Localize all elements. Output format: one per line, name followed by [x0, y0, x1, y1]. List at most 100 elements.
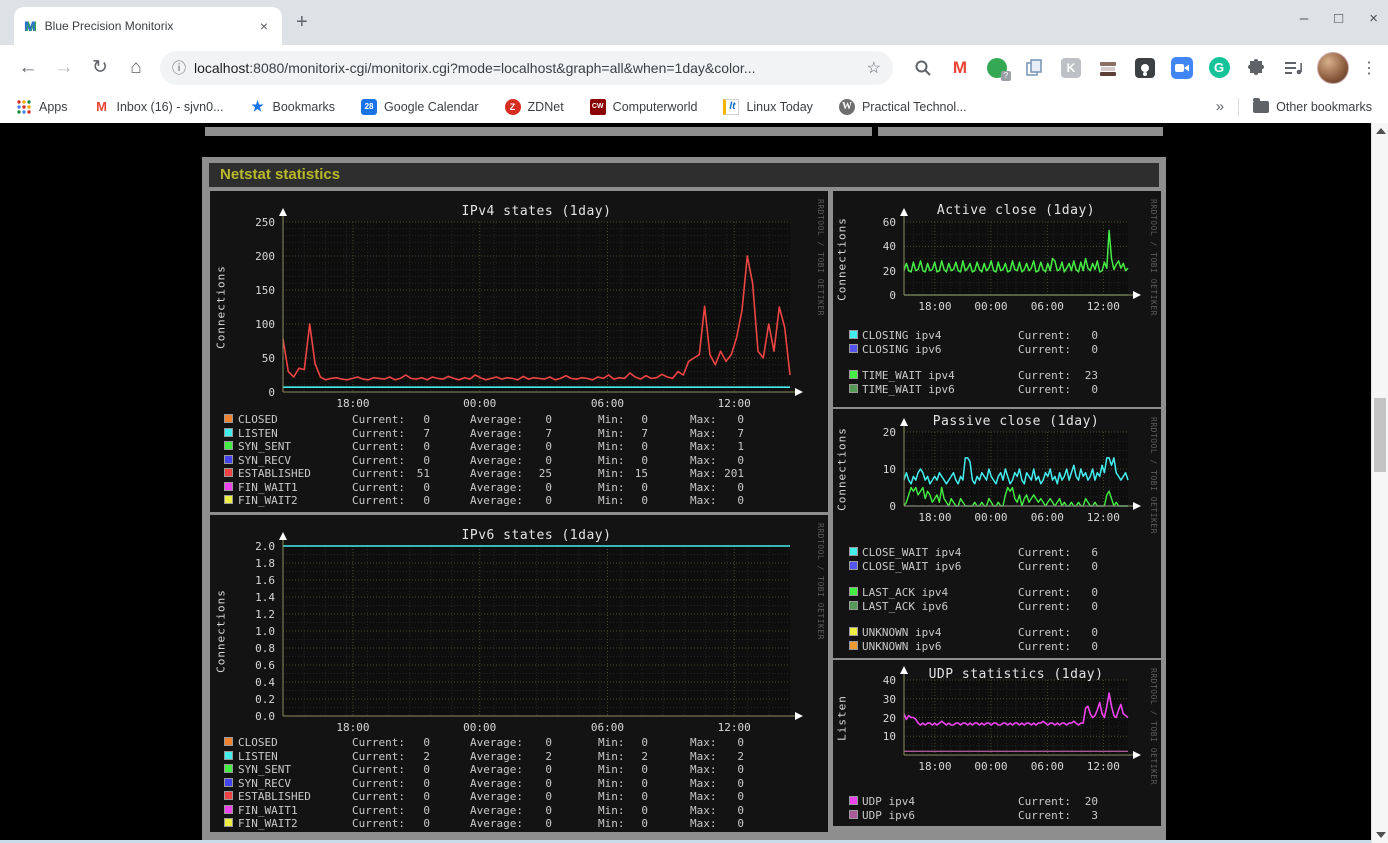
- legend-swatch: [849, 383, 858, 393]
- bookmarks-overflow-chevron[interactable]: »: [1216, 98, 1224, 115]
- legend-current-value: 0: [423, 494, 430, 507]
- tab-close-icon[interactable]: ×: [256, 18, 272, 34]
- legend-average-value: 7: [545, 426, 552, 440]
- chart-title: Passive close (1day): [932, 414, 1100, 429]
- chart-y-axis-label: Connections: [835, 427, 849, 511]
- legend-label: FIN_WAIT2: [238, 817, 298, 830]
- rrdtool-signature: RRDTOOL / TOBI OETIKER: [816, 199, 825, 316]
- reading-list-icon[interactable]: [1281, 56, 1305, 80]
- voice-extension-icon[interactable]: ?: [985, 56, 1011, 81]
- extensions-puzzle-icon[interactable]: [1244, 56, 1268, 80]
- bookmark-label: Google Calendar: [384, 99, 479, 114]
- legend-current-value: 0: [1091, 599, 1098, 613]
- legend-swatch: [224, 777, 233, 787]
- scrollbar-down-arrow[interactable]: [1376, 832, 1386, 838]
- legend-label: FIN_WAIT1: [238, 480, 298, 494]
- monitorix-favicon-icon: M: [24, 18, 36, 34]
- other-bookmarks[interactable]: Other bookmarks: [1253, 97, 1372, 114]
- legend-label: CLOSED: [238, 413, 278, 426]
- x-tick-label: 18:00: [336, 721, 370, 734]
- legend-label: LAST_ACK ipv6: [862, 599, 949, 613]
- lamp-extension-icon[interactable]: [1133, 56, 1157, 80]
- y-tick-label: 100: [255, 318, 275, 331]
- tab-strip: M Blue Precision Monitorix × + – □ ×: [0, 0, 1388, 45]
- legend-row: CLOSE_WAIT ipv6 Current: 0: [833, 560, 1161, 573]
- x-tick-label: 00:00: [463, 721, 497, 734]
- legend-current-value: 0: [1091, 626, 1098, 639]
- reload-button[interactable]: ↻: [82, 50, 118, 86]
- bookmark-computerworld[interactable]: CW Computerworld: [589, 98, 697, 115]
- video-call-extension-icon[interactable]: [1170, 56, 1194, 80]
- legend-average-value: 0: [545, 494, 552, 507]
- browser-tab[interactable]: M Blue Precision Monitorix ×: [14, 7, 282, 45]
- legend-min-value: 0: [641, 440, 648, 453]
- y-tick-label: 60: [882, 216, 896, 229]
- y-tick-label: 0.2: [255, 693, 275, 706]
- maximize-button[interactable]: □: [1334, 10, 1343, 27]
- charts-column-right: Active close (1day) Connections RRDTOOL / …: [833, 191, 1161, 828]
- legend-average-value: 0: [545, 817, 552, 830]
- new-tab-button[interactable]: +: [296, 11, 308, 34]
- bookmark-practical-technology[interactable]: W Practical Technol...: [838, 98, 967, 115]
- copy-extension-icon[interactable]: [1022, 56, 1046, 80]
- scrollbar[interactable]: [1371, 123, 1388, 843]
- bookmark-apps[interactable]: Apps: [16, 99, 68, 115]
- legend-average-value: 0: [545, 776, 552, 790]
- legend-row: SYN_SENT Current: 0 Average: 0 Min: 0 Max: 0: [210, 763, 828, 776]
- bookmark-label: Apps: [39, 99, 68, 114]
- scrollbar-up-arrow[interactable]: [1376, 128, 1386, 134]
- books-extension-icon[interactable]: [1096, 56, 1120, 80]
- legend-current-value: 0: [1091, 342, 1098, 356]
- extension-icons: M? K G: [911, 56, 1305, 81]
- bookmark-linux-today[interactable]: lt Linux Today: [723, 98, 813, 115]
- rrdtool-signature: RRDTOOL / TOBI OETIKER: [1149, 668, 1158, 785]
- back-button[interactable]: ←: [10, 50, 46, 86]
- grammarly-extension-icon[interactable]: G: [1207, 56, 1231, 80]
- bookmarks-bar: Apps M Inbox (16) - sjvn0... ★ Bookmarks 28 Go…: [0, 90, 1388, 123]
- bookmark-zdnet[interactable]: Z ZDNet: [504, 98, 564, 115]
- netstat-section: Netstat statistics IPv4 states (1day) Con…: [202, 157, 1166, 843]
- y-tick-label: 1.8: [255, 557, 275, 570]
- chart-active-close[interactable]: Active close (1day) Connections RRDTOOL / …: [833, 191, 1161, 407]
- rrdtool-signature: RRDTOOL / TOBI OETIKER: [816, 523, 825, 640]
- bookmark-bookmarks[interactable]: ★ Bookmarks: [250, 98, 335, 115]
- bookmark-label: ZDNet: [527, 99, 564, 114]
- legend-row: CLOSED Current: 0 Average: 0 Min: 0 Max: 0: [210, 736, 828, 749]
- browser-toolbar: ← → ↻ ⌂ ⓘ localhost:8080/monitorix-cgi/m…: [0, 45, 1388, 90]
- bookmark-google-calendar[interactable]: 28 Google Calendar: [361, 98, 479, 115]
- legend-label: TIME_WAIT ipv4: [862, 369, 955, 382]
- gmail-extension-icon[interactable]: M: [948, 56, 972, 80]
- legend-min-value: 0: [641, 763, 648, 776]
- bookmark-star-icon[interactable]: ☆: [867, 58, 881, 78]
- search-extension-icon[interactable]: [911, 56, 935, 80]
- legend-swatch: [224, 454, 233, 464]
- minimize-button[interactable]: –: [1300, 10, 1308, 27]
- legend-max-value: 0: [737, 736, 744, 749]
- y-tick-label: 1.2: [255, 608, 275, 621]
- wordpress-icon: W: [838, 98, 855, 115]
- browser-menu-icon[interactable]: ⋮: [1361, 58, 1377, 78]
- chart-passive-close[interactable]: Passive close (1day) Connections RRDTOOL /…: [833, 409, 1161, 658]
- legend-current-value: 0: [1091, 329, 1098, 342]
- legend-current-value: 0: [423, 480, 430, 494]
- x-tick-label: 18:00: [336, 397, 370, 410]
- chart-ipv4-states[interactable]: IPv4 states (1day) Connections RRDTOOL / T…: [210, 191, 828, 512]
- bookmark-label: Linux Today: [746, 99, 813, 114]
- home-button[interactable]: ⌂: [118, 50, 154, 86]
- address-bar[interactable]: ⓘ localhost:8080/monitorix-cgi/monitorix…: [160, 50, 893, 85]
- profile-avatar[interactable]: [1317, 51, 1349, 84]
- forward-button[interactable]: →: [46, 50, 82, 86]
- window-close-button[interactable]: ×: [1369, 10, 1378, 27]
- bookmark-inbox[interactable]: M Inbox (16) - sjvn0...: [94, 99, 223, 115]
- rrdtool-signature: RRDTOOL / TOBI OETIKER: [1149, 199, 1158, 316]
- keep-extension-icon[interactable]: K: [1059, 56, 1083, 80]
- chart-udp-statistics[interactable]: UDP statistics (1day) Listen RRDTOOL / TOB…: [833, 660, 1161, 826]
- scrollbar-thumb[interactable]: [1374, 398, 1386, 472]
- linux-today-icon: lt: [723, 98, 740, 115]
- chart-ipv6-states[interactable]: IPv6 states (1day) Connections RRDTOOL / T…: [210, 515, 828, 832]
- page-info-icon[interactable]: ⓘ: [172, 58, 186, 78]
- y-tick-label: 0: [889, 500, 896, 513]
- legend-min-value: 7: [641, 426, 648, 440]
- x-tick-label: 00:00: [974, 511, 1008, 524]
- y-tick-label: 1.0: [255, 625, 275, 638]
